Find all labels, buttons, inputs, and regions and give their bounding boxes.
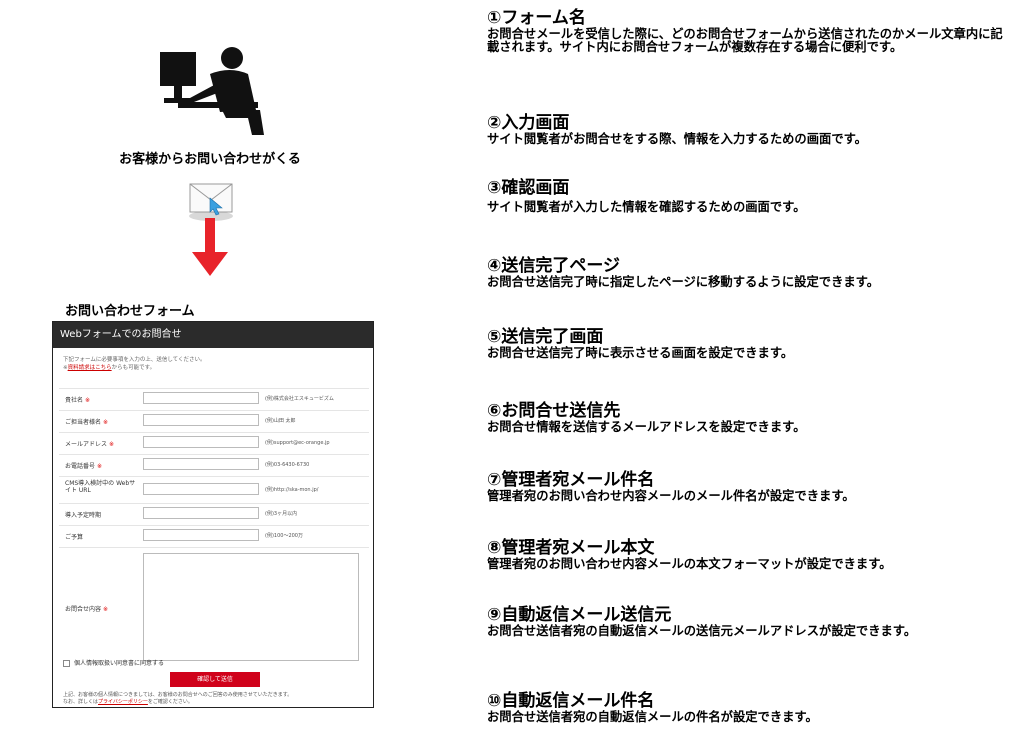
message-row: お問合せ内容 ※	[59, 547, 369, 668]
feature-description: お問合せ送信者宛の自動返信メールの件名が設定できます。	[487, 710, 818, 724]
feature-item: ⑦管理者宛メール件名 管理者宛のお問い合わせ内容メールのメール件名が設定できます…	[487, 470, 1007, 503]
form-title: Webフォームでのお問合せ	[53, 322, 373, 348]
note-head: なお、詳しくは	[63, 699, 99, 705]
field-row: ご担当者様名 ※ (例)山田 太郎	[59, 410, 369, 432]
website-url-input[interactable]	[143, 483, 259, 495]
feature-description: 管理者宛のお問い合わせ内容メールの本文フォーマットが設定できます。	[487, 557, 892, 571]
feature-item: ④送信完了ページ お問合せ送信完了時に指定したページに移動するように設定できます…	[487, 256, 1007, 289]
field-label: 貴社名	[65, 397, 84, 404]
field-label: CMS導入検討中の Webサイト URL	[65, 480, 136, 494]
agree-checkbox[interactable]	[63, 660, 70, 667]
feature-title: ②入力画面	[487, 113, 570, 133]
required-mark: ※	[96, 463, 102, 470]
intro-text: 下記フォームに必要事項を入力の上、送信してください。	[63, 357, 206, 363]
feature-title: ④送信完了ページ	[487, 256, 621, 276]
field-example: (例)03-6430-6730	[265, 462, 310, 468]
field-row: メールアドレス ※ (例)support@ec-orange.jp	[59, 432, 369, 454]
inquiry-arrives-caption: お客様からお問い合わせがくる	[119, 152, 301, 167]
note-tail: をご確認ください。	[147, 699, 193, 705]
budget-input[interactable]	[143, 529, 259, 541]
field-row: 貴社名 ※ (例)株式会社エスキュービズム	[59, 388, 369, 410]
message-label: お問合せ内容	[65, 606, 102, 613]
company-input[interactable]	[143, 392, 259, 404]
field-label: お電話番号	[65, 463, 96, 470]
feature-title: ⑩自動返信メール件名	[487, 691, 655, 711]
person-at-computer-icon	[160, 47, 264, 135]
privacy-agree[interactable]: 個人情報取扱い同意書に同意する	[63, 658, 164, 667]
field-label: 導入予定時期	[65, 512, 102, 519]
feature-description: お問合せ送信者宛の自動返信メールの送信元メールアドレスが設定できます。	[487, 624, 917, 638]
feature-title: ③確認画面	[487, 178, 570, 198]
mail-envelope-icon	[189, 183, 233, 221]
feature-description: サイト閲覧者が入力した情報を確認するための画面です。	[487, 200, 806, 214]
feature-title: ⑥お問合せ送信先	[487, 401, 621, 421]
feature-description: サイト閲覧者がお問合せをする際、情報を入力するための画面です。	[487, 132, 867, 146]
form-caption: お問い合わせフォーム	[65, 304, 195, 319]
feature-item: ①フォーム名 お問合せメールを受信した際に、どのお問合せフォームから送信されたの…	[487, 8, 1007, 54]
required-mark: ※	[102, 419, 108, 426]
note-line1: 上記、お客様の個人情報につきましては、お客様のお問合せへのご回答のみ使用させてい…	[63, 692, 293, 698]
privacy-note: 上記、お客様の個人情報につきましては、お客様のお問合せへのご回答のみ使用させてい…	[63, 692, 363, 706]
required-mark: ※	[84, 397, 90, 404]
required-mark: ※	[102, 606, 108, 613]
form-intro: 下記フォームに必要事項を入力の上、送信してください。 ※資料請求はこちらからも可…	[53, 348, 373, 372]
feature-item: ②入力画面 サイト閲覧者がお問合せをする際、情報を入力するための画面です。	[487, 113, 1007, 146]
field-example: (例)http://ska-mon.jp/	[265, 487, 319, 493]
feature-title: ⑧管理者宛メール本文	[487, 538, 655, 558]
feature-title: ⑤送信完了画面	[487, 327, 604, 347]
schedule-input[interactable]	[143, 507, 259, 519]
feature-title: ⑨自動返信メール送信元	[487, 605, 672, 625]
feature-description: お問合せ送信完了時に指定したページに移動するように設定できます。	[487, 275, 880, 289]
field-row: CMS導入検討中の Webサイト URL (例)http://ska-mon.j…	[59, 476, 369, 503]
feature-description: お問合せメールを受信した際に、どのお問合せフォームから送信されたのかメール文章内…	[487, 27, 1003, 54]
field-label: メールアドレス	[65, 441, 108, 448]
feature-description: 管理者宛のお問い合わせ内容メールのメール件名が設定できます。	[487, 489, 855, 503]
phone-input[interactable]	[143, 458, 259, 470]
field-row: ご予算 (例)100～200万	[59, 525, 369, 547]
confirm-submit-button[interactable]: 確認して送信	[170, 672, 260, 687]
feature-description: お問合せ情報を送信するメールアドレスを設定できます。	[487, 420, 806, 434]
field-label: ご担当者様名	[65, 419, 102, 426]
field-row: お電話番号 ※ (例)03-6430-6730	[59, 454, 369, 476]
required-mark: ※	[108, 441, 114, 448]
intro-tail: からも可能です。	[111, 365, 156, 371]
field-example: (例)株式会社エスキュービズム	[265, 396, 334, 402]
field-example: (例)3ヶ月以内	[265, 511, 298, 517]
brochure-link[interactable]: 資料請求はこちら	[68, 365, 112, 371]
feature-item: ⑧管理者宛メール本文 管理者宛のお問い合わせ内容メールの本文フォーマットが設定で…	[487, 538, 1007, 571]
feature-title: ①フォーム名	[487, 8, 586, 28]
agree-label: 個人情報取扱い同意書に同意する	[74, 660, 165, 667]
feature-description: お問合せ送信完了時に表示させる画面を設定できます。	[487, 346, 794, 360]
field-example: (例)100～200万	[265, 533, 303, 539]
privacy-policy-link[interactable]: プライバシーポリシー	[98, 699, 148, 705]
name-input[interactable]	[143, 414, 259, 426]
feature-item: ⑤送信完了画面 お問合せ送信完了時に表示させる画面を設定できます。	[487, 327, 1007, 360]
field-label: ご予算	[65, 534, 84, 541]
inquiry-form-window: Webフォームでのお問合せ 下記フォームに必要事項を入力の上、送信してください。…	[52, 321, 374, 708]
down-arrow-icon	[192, 218, 228, 276]
feature-item: ⑩自動返信メール件名 お問合せ送信者宛の自動返信メールの件名が設定できます。	[487, 691, 1007, 724]
feature-item: ⑥お問合せ送信先 お問合せ情報を送信するメールアドレスを設定できます。	[487, 401, 1007, 434]
field-example: (例)山田 太郎	[265, 418, 296, 424]
email-input[interactable]	[143, 436, 259, 448]
field-row: 導入予定時期 (例)3ヶ月以内	[59, 503, 369, 525]
message-textarea[interactable]	[143, 553, 359, 661]
feature-item: ⑨自動返信メール送信元 お問合せ送信者宛の自動返信メールの送信元メールアドレスが…	[487, 605, 1007, 638]
field-example: (例)support@ec-orange.jp	[265, 440, 330, 446]
feature-title: ⑦管理者宛メール件名	[487, 470, 655, 490]
form-fields: 貴社名 ※ (例)株式会社エスキュービズム ご担当者様名 ※ (例)山田 太郎 …	[59, 388, 369, 668]
feature-item: ③確認画面 サイト閲覧者が入力した情報を確認するための画面です。	[487, 178, 1007, 214]
